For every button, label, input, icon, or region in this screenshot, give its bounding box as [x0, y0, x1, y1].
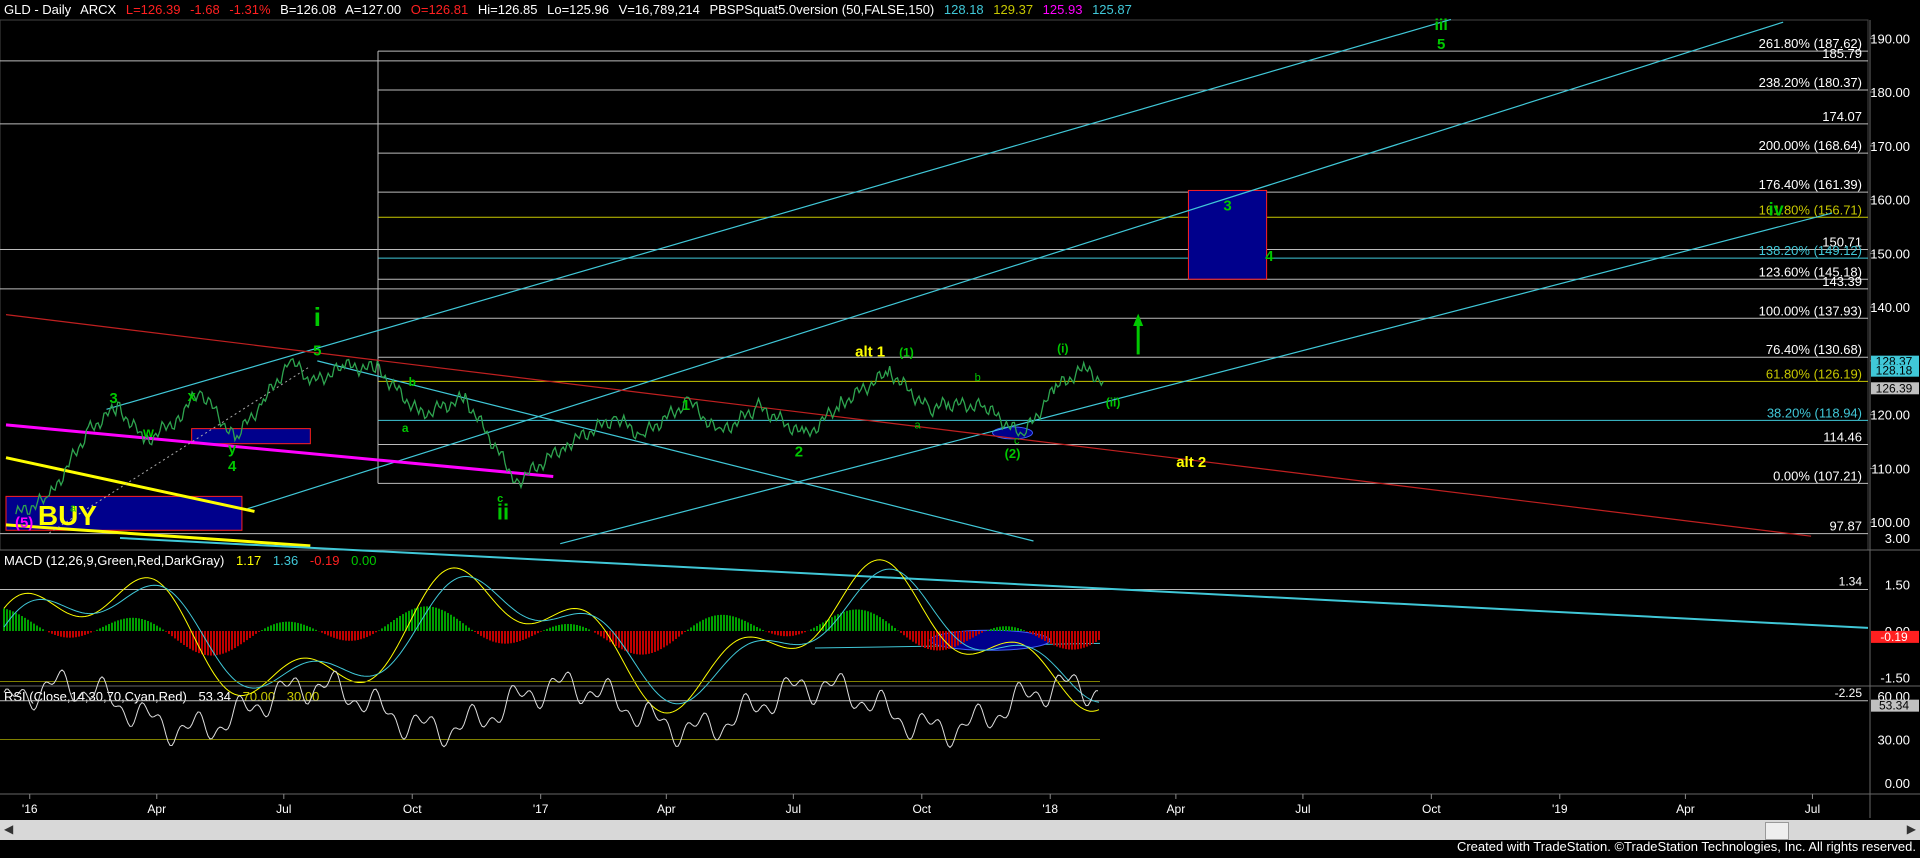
- x-tick-label: Oct: [1422, 802, 1441, 816]
- y-tick-label: 120.00: [1870, 408, 1910, 423]
- fib-level-label: 61.80% (126.19): [1766, 366, 1862, 381]
- x-tick-label: Jul: [1295, 802, 1310, 816]
- fib-level-label: 143.39: [1822, 274, 1862, 289]
- macd-tick-label: -1.50: [1880, 671, 1910, 686]
- price-badge-label: 126.39: [1876, 381, 1913, 395]
- x-tick-label: '18: [1042, 802, 1058, 816]
- wave-label: 2: [795, 444, 803, 461]
- wave-label: 3: [1223, 197, 1231, 214]
- wave-label: c: [497, 493, 503, 505]
- wave-label: (ii): [1106, 396, 1121, 410]
- macd-trend-line: [119, 537, 1869, 629]
- y-tick-label: 190.00: [1870, 31, 1910, 46]
- wave-label: 4: [228, 458, 237, 475]
- fib-level-label: 174.07: [1822, 109, 1862, 124]
- wave-label: y: [228, 440, 237, 457]
- wave-label: a: [402, 421, 409, 435]
- wave-label: iii: [1434, 17, 1447, 34]
- x-tick-label: Apr: [657, 802, 676, 816]
- y-tick-label: 180.00: [1870, 85, 1910, 100]
- fib-level-label: 0.00% (107.21): [1773, 468, 1862, 483]
- up-arrow-icon: [1133, 313, 1144, 326]
- wave-label: 5: [313, 343, 321, 360]
- price-badge-label: 128.18: [1876, 364, 1913, 378]
- scroll-thumb[interactable]: [1765, 822, 1789, 840]
- wave-label: (5): [15, 515, 33, 532]
- x-tick-label: Jul: [786, 802, 801, 816]
- wave-label: 5: [1437, 36, 1445, 53]
- wave-label: b: [409, 375, 416, 389]
- fib-level-label: 176.40% (161.39): [1759, 177, 1862, 192]
- y-tick-label: 140.00: [1870, 300, 1910, 315]
- horizontal-scrollbar[interactable]: ◀ ▶: [0, 820, 1920, 840]
- y-tick-label: 150.00: [1870, 246, 1910, 261]
- price-panel-frame: [0, 19, 1869, 551]
- macd-tick-label: 3.00: [1885, 531, 1910, 546]
- price-chart[interactable]: 190.00180.00170.00160.00150.00140.00130.…: [0, 0, 1920, 858]
- wave-label: alt 1: [855, 344, 885, 361]
- fib-level-label: 76.40% (130.68): [1766, 342, 1862, 357]
- wave-label: c: [1014, 435, 1020, 447]
- wave4-zone-box: [191, 428, 311, 445]
- macd-level-label: 1.34: [1839, 574, 1863, 588]
- x-tick-label: Apr: [147, 802, 166, 816]
- wave-label: w: [142, 424, 154, 440]
- fib-level-label: 185.79: [1822, 46, 1862, 61]
- wave-label: (i): [1057, 341, 1068, 355]
- wave-label: b: [975, 372, 981, 384]
- fib-level-label: 200.00% (168.64): [1759, 138, 1862, 153]
- fib-level-label: 138.20% (149.12): [1759, 243, 1862, 258]
- fib-level-label: 97.87: [1829, 519, 1862, 534]
- x-tick-label: '19: [1552, 802, 1568, 816]
- wave-label: iv: [1769, 200, 1784, 220]
- fib-level-label: 38.20% (118.94): [1767, 405, 1862, 420]
- wave-label: i: [314, 302, 321, 332]
- fib-level-label: 100.00% (137.93): [1759, 303, 1862, 318]
- wave-label: (2): [1005, 446, 1021, 461]
- fib-level-label: 238.20% (180.37): [1759, 75, 1862, 90]
- y-tick-label: 160.00: [1870, 193, 1910, 208]
- x-tick-label: Apr: [1676, 802, 1695, 816]
- chart-window: GLD - Daily ARCX L=126.39 -1.68 -1.31% B…: [0, 0, 1920, 858]
- macd-level-label: -2.25: [1835, 686, 1863, 700]
- wave-label: x: [187, 388, 196, 405]
- x-tick-label: Jul: [276, 802, 291, 816]
- wave-label: a: [915, 420, 922, 432]
- macd-tick-label: 1.50: [1885, 578, 1910, 593]
- wave-label: BUY: [38, 500, 97, 531]
- x-tick-label: Apr: [1167, 802, 1186, 816]
- y-tick-label: 110.00: [1871, 461, 1910, 476]
- rsi-badge-label: 53.34: [1879, 699, 1909, 713]
- y-tick-label: 170.00: [1870, 139, 1910, 154]
- fib-level-label: 114.46: [1823, 429, 1862, 444]
- x-tick-label: '17: [533, 802, 549, 816]
- scroll-right-icon[interactable]: ▶: [1907, 822, 1916, 836]
- x-tick-label: Jul: [1805, 802, 1820, 816]
- wave-label: alt 2: [1176, 454, 1206, 471]
- wave-label: (1): [899, 346, 914, 360]
- x-tick-label: Oct: [403, 802, 422, 816]
- rsi-tick-label: 0.00: [1885, 776, 1910, 791]
- wave-label: a: [70, 502, 77, 514]
- copyright-footer: Created with TradeStation. ©TradeStation…: [1456, 839, 1916, 854]
- wave-label: 4: [1265, 248, 1274, 265]
- wave-label: 3: [109, 390, 117, 407]
- x-tick-label: Oct: [912, 802, 931, 816]
- macd-badge-label: -0.19: [1880, 630, 1908, 644]
- y-tick-label: 100.00: [1870, 515, 1910, 530]
- x-tick-label: '16: [22, 802, 38, 816]
- rsi-tick-label: 30.00: [1877, 733, 1910, 748]
- scroll-left-icon[interactable]: ◀: [4, 822, 13, 836]
- wave-label: 1: [682, 397, 690, 414]
